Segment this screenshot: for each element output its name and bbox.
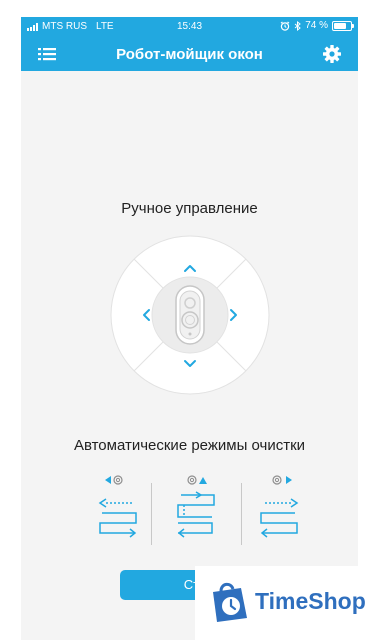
- app-screen: MTS RUS LTE 15:43 74 % Робот-мойщик окон…: [21, 17, 358, 640]
- mode-divider: [241, 483, 242, 545]
- mode-left-icon[interactable]: [86, 475, 146, 555]
- manual-control-title: Ручное управление: [121, 200, 258, 217]
- watermark-text: TimeShop: [255, 588, 366, 614]
- mode-divider: [151, 483, 152, 545]
- battery-percent: 74 %: [305, 20, 328, 31]
- timeshop-logo-icon: [213, 582, 247, 622]
- page-title: Робот-мойщик окон: [116, 46, 263, 63]
- battery-icon: [332, 20, 354, 31]
- auto-modes-title: Автоматические режимы очистки: [73, 437, 306, 454]
- mode-up-icon[interactable]: [166, 475, 226, 555]
- robot-icon: [175, 285, 205, 345]
- bluetooth-icon: [294, 20, 302, 31]
- app-header: Робот-мойщик окон: [21, 37, 358, 71]
- gear-icon[interactable]: [322, 44, 342, 64]
- auto-modes: [76, 475, 316, 555]
- watermark: TimeShop: [195, 566, 378, 640]
- alarm-icon: [280, 21, 290, 31]
- battery-fill: [334, 22, 346, 29]
- direction-pad: [110, 235, 270, 395]
- mode-right-icon[interactable]: [251, 475, 311, 555]
- status-bar: MTS RUS LTE 15:43 74 %: [21, 17, 358, 37]
- status-right: 74 %: [280, 20, 354, 31]
